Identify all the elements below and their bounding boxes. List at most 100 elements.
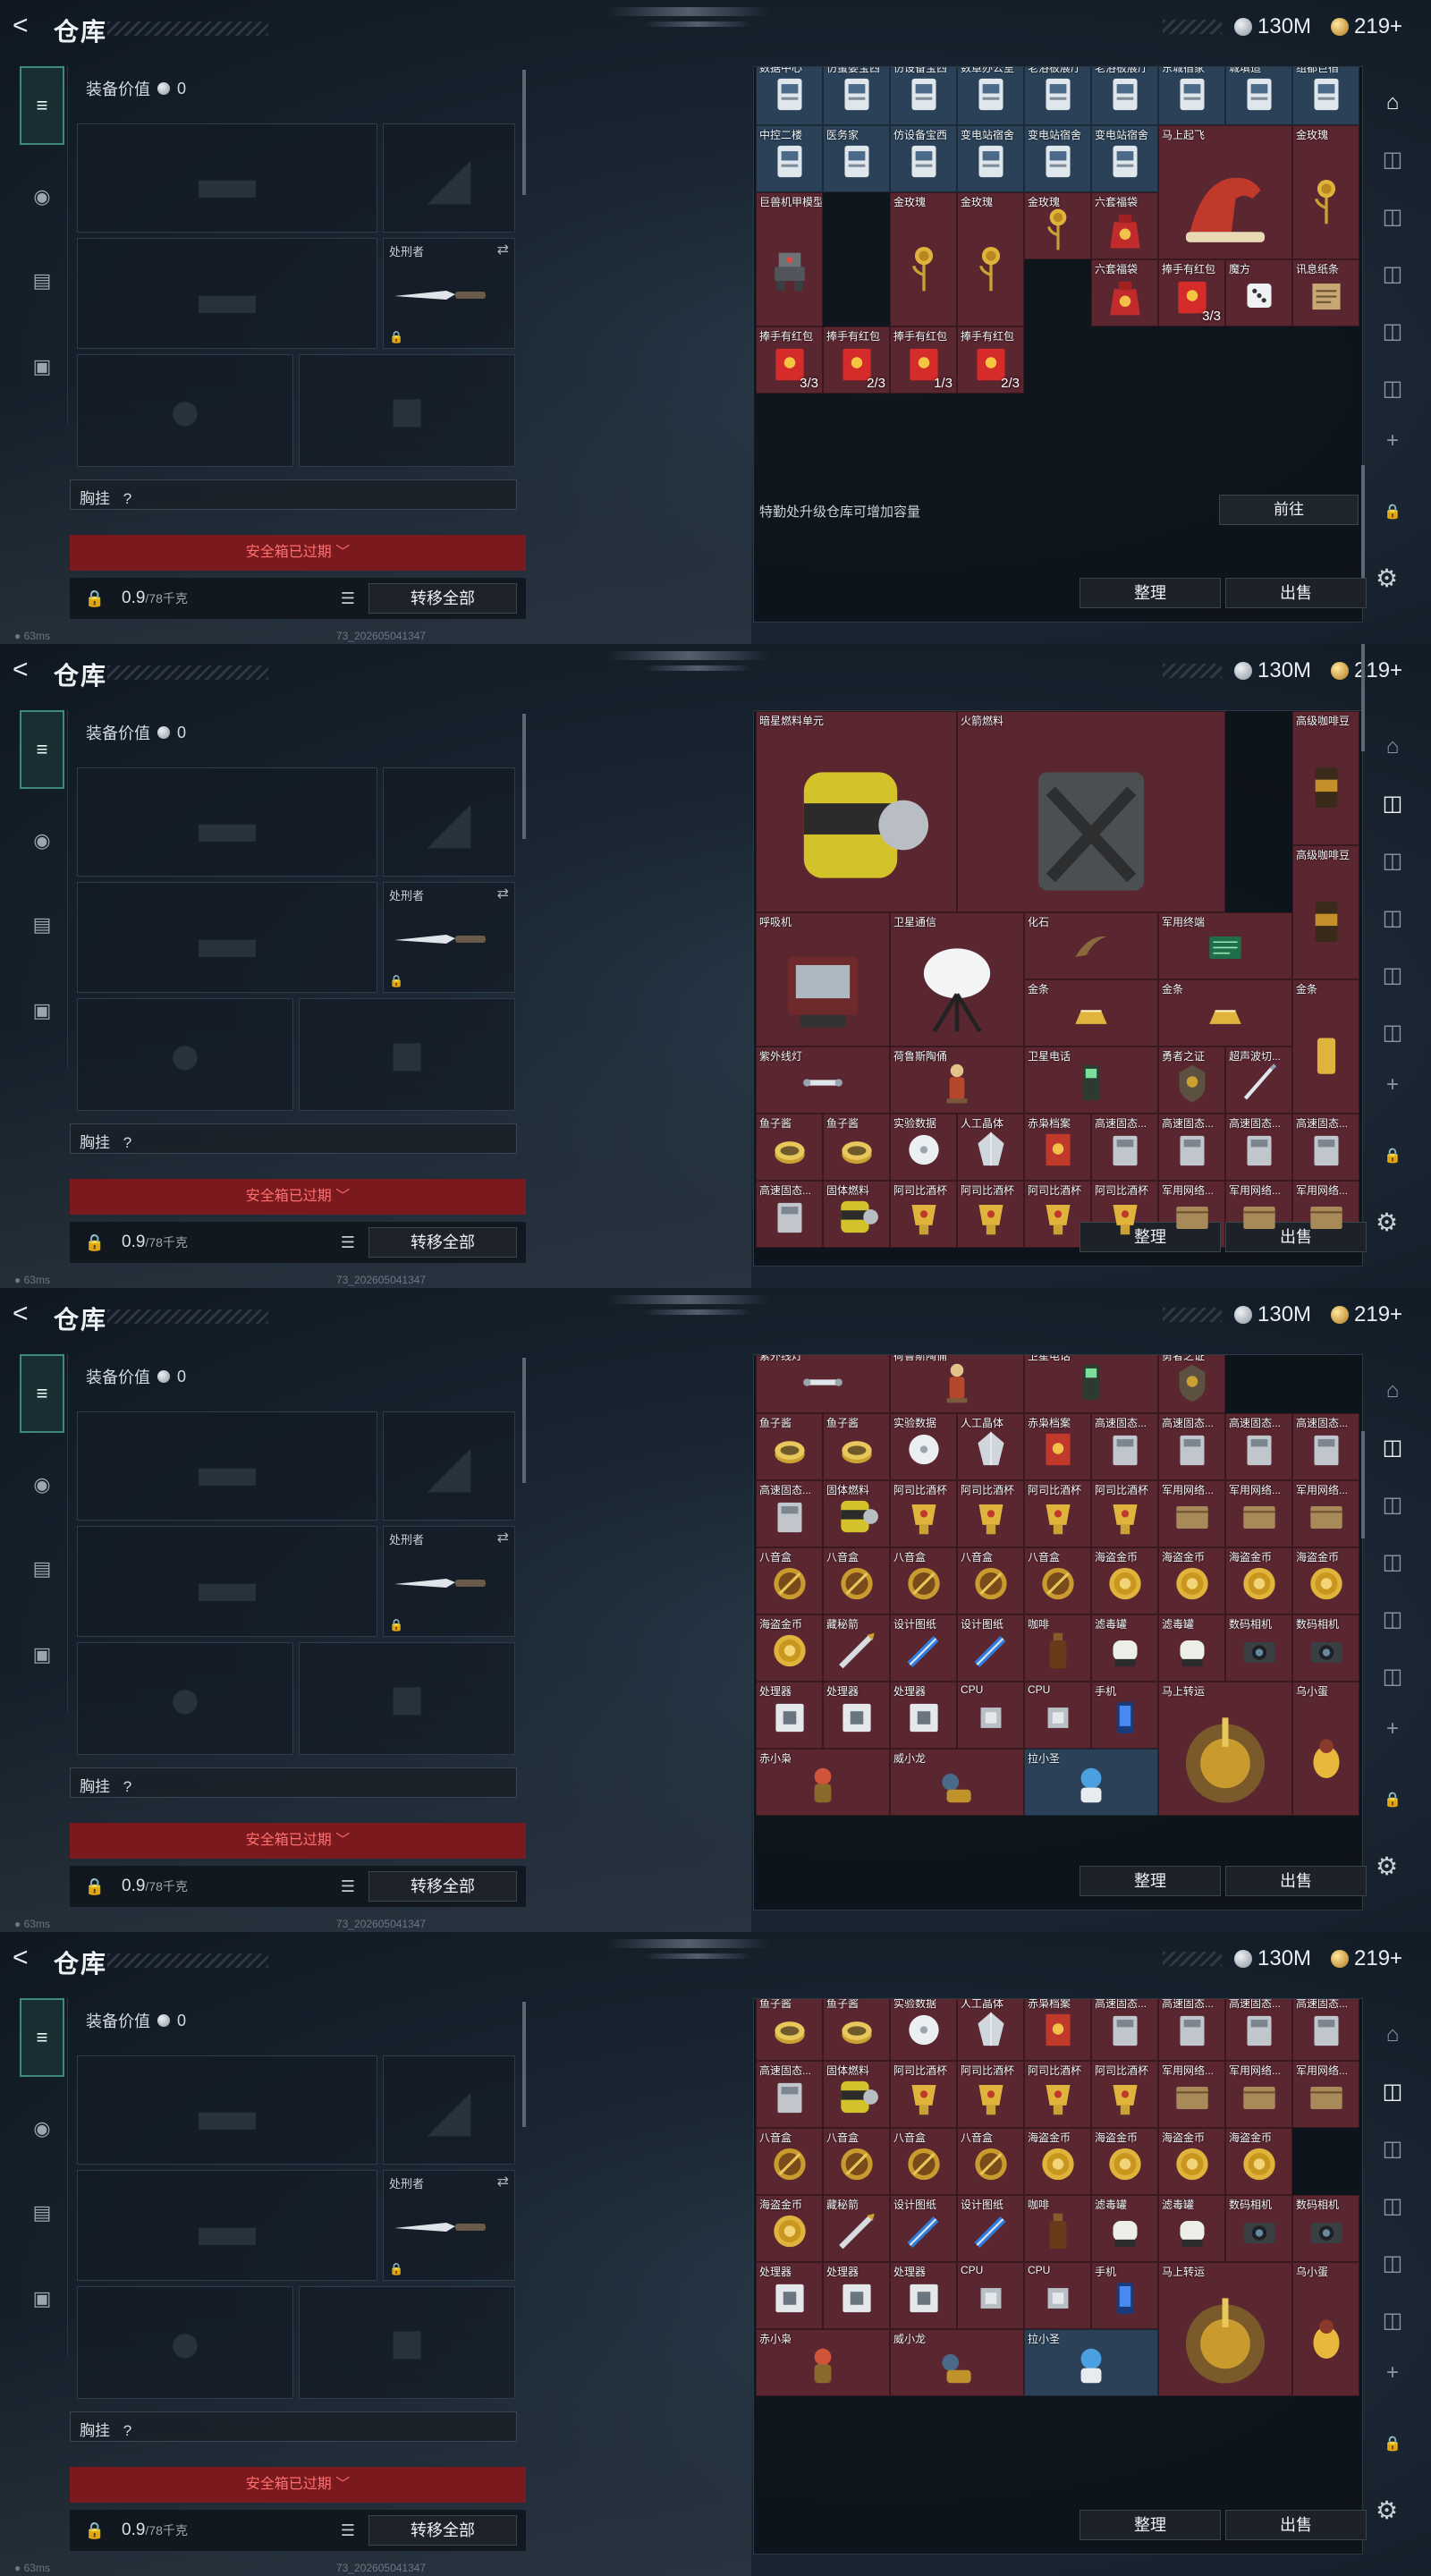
silver-currency[interactable]: 130M [1234,1302,1311,1327]
stash-item[interactable]: 数据中心 [756,67,823,125]
stash-item[interactable]: 数章办公室 [957,67,1024,125]
stash-item[interactable]: 军用网络... [1225,1181,1292,1248]
stash-item[interactable]: 威小龙 [890,1749,1024,1816]
helmet-slot[interactable]: ● [77,2286,293,2399]
stash-item[interactable]: 八音盒 [823,2128,890,2195]
helmet-slot[interactable]: ● [77,1642,293,1755]
help-icon[interactable]: ? [123,2422,131,2439]
warehouse-tab-icon[interactable]: ◫ [1376,959,1410,993]
equipment-scrollbar[interactable] [522,2002,526,2127]
gold-currency[interactable]: 219+ [1331,658,1402,683]
stash-item[interactable]: 阿司比酒杯 [957,2061,1024,2128]
stash-item[interactable]: 六套福袋 [1091,259,1158,326]
stash-item[interactable]: 捧手有红包 2/3 [823,326,890,394]
list-icon[interactable]: ☰ [334,1877,361,1896]
sort-button[interactable]: 整理 [1080,578,1221,608]
stash-item[interactable]: 医务家 [823,125,890,192]
stash-scrollbar[interactable] [1361,644,1365,751]
melee-slot[interactable]: 处刑者 ⇄ 🔒 [383,1526,515,1637]
stash-item[interactable]: 马上起飞 [1158,125,1292,259]
stash-item[interactable]: 八音盒 [957,1547,1024,1614]
add-warehouse-icon[interactable]: + [1376,1068,1410,1102]
stash-item[interactable]: 讯息纸条 [1292,259,1359,326]
stash-item[interactable]: 海盗金币 [1091,1547,1158,1614]
stash-item[interactable]: 军用网络... [1225,2061,1292,2128]
chest-rig-row[interactable]: 胸挂 ? [70,479,517,510]
warehouse-tab-icon[interactable]: ◫ [1376,372,1410,406]
pistol-slot[interactable]: ◢ [383,2055,515,2165]
equipment-scrollbar[interactable] [522,1358,526,1483]
silver-currency[interactable]: 130M [1234,14,1311,39]
helmet-tab-icon[interactable]: ◉ [20,157,64,236]
stash-item[interactable]: 高级咖啡豆 [1292,711,1359,845]
gold-currency[interactable]: 219+ [1331,1946,1402,1971]
stash-item[interactable]: 东城宿家 [1158,67,1225,125]
stash-item[interactable]: 阿司比酒杯 [890,1181,957,1248]
stash-scrollbar[interactable] [1361,1431,1365,1538]
stash-item[interactable]: 变电站宿舍 [1024,125,1091,192]
warehouse-home-icon[interactable]: ⌂ [1376,1374,1410,1408]
stash-item[interactable]: 巨兽机甲模型 [756,192,823,326]
stash-item[interactable]: 海盗金币 [1158,2128,1225,2195]
chest-rig-row[interactable]: 胸挂 ? [70,1123,517,1154]
stash-item[interactable]: 鱼子酱 [823,1413,890,1480]
stash-item[interactable]: 鱼子酱 [823,1999,890,2061]
swap-icon[interactable]: ⇄ [497,885,509,902]
help-icon[interactable]: ? [123,490,131,507]
stash-item[interactable]: 金玫瑰 [1292,125,1359,259]
stash-item[interactable]: 勇者之证 [1158,1046,1225,1114]
stash-item[interactable]: 处理器 [823,1682,890,1749]
stash-item[interactable]: 超声波切... [1225,1046,1292,1114]
stash-item[interactable]: 高速固态... [1292,1999,1359,2061]
stash-item[interactable]: 高速固态... [1225,1999,1292,2061]
stash-item[interactable]: 勇者之证 [1158,1355,1225,1413]
stash-item[interactable]: 八音盒 [756,2128,823,2195]
warehouse-home-icon[interactable]: ⌂ [1376,86,1410,120]
warehouse-tab-icon[interactable]: ◫ [1376,1603,1410,1637]
primary-weapon-slot[interactable]: ▬ [77,123,377,233]
stash-item[interactable]: 暗星燃料单元 [756,711,957,912]
stash-item[interactable]: 咖啡 [1024,1614,1091,1682]
stash-item[interactable]: 海盗金币 [1091,2128,1158,2195]
settings-gear-icon[interactable]: ⚙ [1376,2496,1398,2525]
backpack-tab-icon[interactable]: ▣ [20,2259,64,2338]
armor-slot[interactable]: ■ [299,2286,515,2399]
stash-item[interactable]: 高级咖啡豆 [1292,845,1359,979]
stash-item[interactable]: 卫星电话 [1024,1355,1158,1413]
stash-item[interactable]: 鱼子酱 [823,1114,890,1181]
stash-item[interactable]: 中控二楼 [756,125,823,192]
primary-weapon-slot[interactable]: ▬ [77,767,377,877]
weapon-tab-icon[interactable]: ≡ [20,1354,64,1433]
warehouse-tab-icon[interactable]: ◫ [1376,1016,1410,1050]
stash-item[interactable]: 八音盒 [823,1547,890,1614]
stash-item[interactable]: 乌小蛋 [1292,2262,1359,2396]
stash-item[interactable]: 藏秘箭 [823,2195,890,2262]
stash-item[interactable]: 紫外线灯 [756,1046,890,1114]
stash-item[interactable]: 阿司比酒杯 [1024,1480,1091,1547]
stash-item[interactable]: CPU [1024,2262,1091,2329]
stash-item[interactable]: 阿司比酒杯 [890,1480,957,1547]
sell-button[interactable]: 出售 [1225,1866,1367,1896]
stash-item[interactable]: 仿蛋婴宝西 [823,67,890,125]
backpack-tab-icon[interactable]: ▣ [20,1615,64,1694]
safe-box-expired-banner[interactable]: 安全箱已过期 ﹀ [70,2467,526,2503]
stash-item[interactable]: 数码相机 [1225,2195,1292,2262]
transfer-all-button[interactable]: 转移全部 [368,1227,517,1258]
stash-item[interactable]: 变电站宿舍 [1091,125,1158,192]
backpack-tab-icon[interactable]: ▣ [20,971,64,1050]
stash-item[interactable]: 滤毒罐 [1091,2195,1158,2262]
stash-item[interactable]: 金条 [1158,979,1292,1046]
stash-item[interactable]: 卫星通信 [890,912,1024,1046]
weapon-tab-icon[interactable]: ≡ [20,66,64,145]
stash-item[interactable]: 赤小枭 [756,2329,890,2396]
stash-item[interactable]: 阿司比酒杯 [1091,1480,1158,1547]
sort-button[interactable]: 整理 [1080,2510,1221,2540]
stash-item[interactable]: 处理器 [756,1682,823,1749]
stash-item[interactable]: 高速固态... [1091,1413,1158,1480]
warehouse-tab-icon[interactable]: ◫ [1376,2247,1410,2281]
stash-item[interactable]: CPU [957,1682,1024,1749]
stash-item[interactable]: 高速固态... [1091,1999,1158,2061]
warehouse-home-icon[interactable]: ⌂ [1376,730,1410,764]
stash-item[interactable]: 处理器 [890,1682,957,1749]
stash-item[interactable]: 卫星电话 [1024,1046,1158,1114]
